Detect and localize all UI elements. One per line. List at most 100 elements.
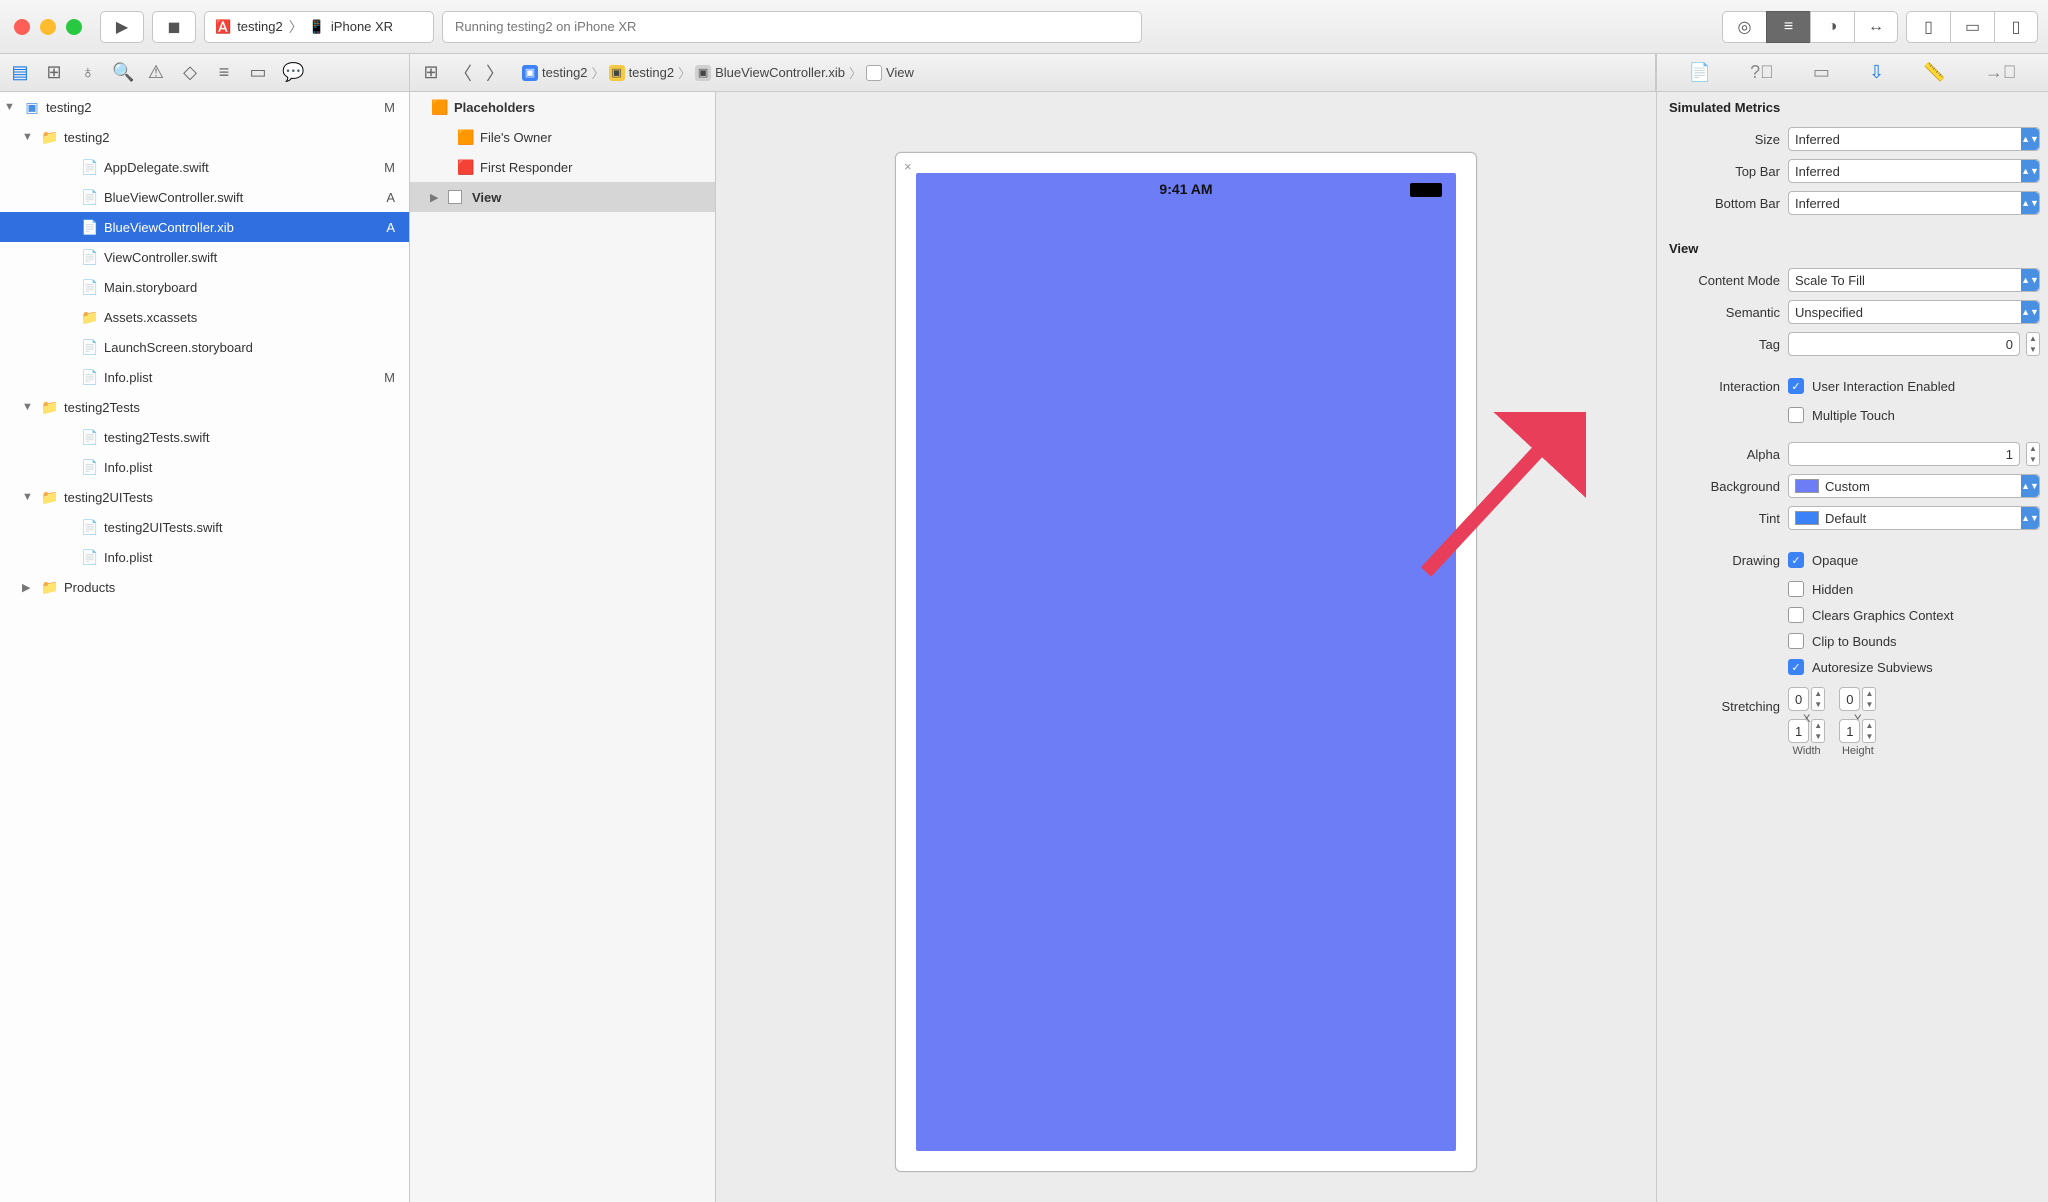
device-frame[interactable]: × 9:41 AM <box>895 152 1477 1172</box>
label: Tag <box>1665 337 1780 352</box>
toggle-navigator-button[interactable]: ▯ <box>1906 11 1950 43</box>
nav-group[interactable]: ▼ 📁 testing2 <box>0 122 409 152</box>
multiple-touch-checkbox[interactable] <box>1788 407 1804 423</box>
identity-inspector-icon[interactable]: ▭ <box>1813 62 1830 83</box>
w-stepper[interactable]: ▲▼ <box>1811 719 1825 743</box>
nav-file-item[interactable]: 📄testing2UITests.swift <box>0 512 409 542</box>
jump-bar[interactable]: ▣ testing2 〉 ▣ testing2 〉 ▣ BlueViewCont… <box>516 63 920 82</box>
topbar-select[interactable]: Inferred▲▼ <box>1788 159 2040 183</box>
nav-file-item[interactable]: 📄LaunchScreen.storyboard <box>0 332 409 362</box>
background-color-select[interactable]: Custom▲▼ <box>1788 474 2040 498</box>
toggle-inspector-button[interactable]: ▯ <box>1994 11 2038 43</box>
dropdown-arrow-icon: ▲▼ <box>2021 301 2039 323</box>
stretching-height-input[interactable]: 1 <box>1839 719 1860 743</box>
connections-inspector-icon[interactable]: →⃝ <box>1985 62 2017 83</box>
alpha-input[interactable]: 1 <box>1788 442 2020 466</box>
editor-options-button[interactable]: ↔ <box>1854 11 1898 43</box>
find-navigator-icon[interactable]: 🔍 <box>112 62 132 83</box>
stop-button[interactable]: ◼ <box>152 11 196 43</box>
tag-stepper[interactable]: ▲▼ <box>2026 332 2040 356</box>
x-stepper[interactable]: ▲▼ <box>1811 687 1825 711</box>
nav-file-item[interactable]: 📄Info.plist <box>0 452 409 482</box>
test-navigator-icon[interactable]: ◇ <box>180 62 200 83</box>
run-button[interactable]: ▶ <box>100 11 144 43</box>
version-editor-button[interactable]: ◑ <box>1810 11 1854 43</box>
disclosure-triangle-icon[interactable]: ▼ <box>22 401 36 413</box>
related-items-icon[interactable]: ⊞ <box>420 62 442 83</box>
outline-files-owner[interactable]: 🟧 File's Owner <box>410 122 715 152</box>
source-control-navigator-icon[interactable]: ⊞ <box>44 62 64 83</box>
disclosure-triangle-icon[interactable]: ▼ <box>22 491 36 503</box>
root-view[interactable]: 9:41 AM <box>916 173 1456 1151</box>
breakpoint-navigator-icon[interactable]: ▭ <box>248 62 268 83</box>
scheme-selector[interactable]: 🅰️ testing2 〉 📱 iPhone XR <box>204 11 434 43</box>
project-navigator-icon[interactable]: ▤ <box>10 62 30 83</box>
fullscreen-window-button[interactable] <box>66 19 82 35</box>
debug-navigator-icon[interactable]: ≡ <box>214 62 234 83</box>
bottombar-select[interactable]: Inferred▲▼ <box>1788 191 2040 215</box>
nav-back-icon[interactable]: 〈 <box>452 60 474 86</box>
document-outline: 🟧 Placeholders 🟧 File's Owner 🟥 First Re… <box>410 92 716 1202</box>
nav-products[interactable]: ▶ 📁 Products <box>0 572 409 602</box>
attributes-inspector-icon[interactable]: ⇩ <box>1869 62 1884 83</box>
user-interaction-checkbox[interactable]: ✓ <box>1788 378 1804 394</box>
stretching-y-input[interactable]: 0 <box>1839 687 1860 711</box>
alpha-stepper[interactable]: ▲▼ <box>2026 442 2040 466</box>
contentmode-select[interactable]: Scale To Fill▲▼ <box>1788 268 2040 292</box>
stretching-x-input[interactable]: 0 <box>1788 687 1809 711</box>
tag-input[interactable]: 0 <box>1788 332 2020 356</box>
nav-forward-icon[interactable]: 〉 <box>484 60 506 86</box>
outline-placeholders[interactable]: 🟧 Placeholders <box>410 92 715 122</box>
semantic-select[interactable]: Unspecified▲▼ <box>1788 300 2040 324</box>
device-icon: 📱 <box>309 19 325 35</box>
issue-navigator-icon[interactable]: ⚠ <box>146 62 166 83</box>
interface-builder-canvas[interactable]: × 9:41 AM <box>716 92 1656 1202</box>
nav-file-item[interactable]: 📄Main.storyboard <box>0 272 409 302</box>
y-stepper[interactable]: ▲▼ <box>1862 687 1876 711</box>
nav-file-item[interactable]: 📁Assets.xcassets <box>0 302 409 332</box>
close-window-button[interactable] <box>14 19 30 35</box>
outline-view-item[interactable]: ▶ View <box>410 182 715 212</box>
nav-file-item[interactable]: 📄AppDelegate.swiftM <box>0 152 409 182</box>
clip-bounds-checkbox[interactable] <box>1788 633 1804 649</box>
stretching-width-input[interactable]: 1 <box>1788 719 1809 743</box>
assistant-editor-button[interactable]: ≡ <box>1766 11 1810 43</box>
dropdown-arrow-icon: ▲▼ <box>2021 160 2039 182</box>
toggle-debug-area-button[interactable]: ▭ <box>1950 11 1994 43</box>
scm-badge: A <box>386 220 395 235</box>
crumb-file: BlueViewController.xib <box>715 65 845 80</box>
quick-help-inspector-icon[interactable]: ?⃝ <box>1750 62 1774 83</box>
minimize-window-button[interactable] <box>40 19 56 35</box>
disclosure-triangle-icon[interactable]: ▼ <box>4 101 18 113</box>
symbol-navigator-icon[interactable]: ♁ <box>78 62 98 83</box>
clears-context-checkbox[interactable] <box>1788 607 1804 623</box>
h-stepper[interactable]: ▲▼ <box>1862 719 1876 743</box>
file-inspector-icon[interactable]: 📄 <box>1689 62 1711 83</box>
outline-first-responder[interactable]: 🟥 First Responder <box>410 152 715 182</box>
size-select[interactable]: Inferred▲▼ <box>1788 127 2040 151</box>
opaque-checkbox[interactable]: ✓ <box>1788 552 1804 568</box>
standard-editor-button[interactable]: ◎ <box>1722 11 1766 43</box>
nav-file-item[interactable]: 📄ViewController.swift <box>0 242 409 272</box>
nav-file-item[interactable]: 📄Info.plist <box>0 542 409 572</box>
disclosure-triangle-icon[interactable]: ▼ <box>22 131 36 143</box>
nav-file-item[interactable]: 📄testing2Tests.swift <box>0 422 409 452</box>
window-controls <box>14 19 82 35</box>
report-navigator-icon[interactable]: 💬 <box>282 62 302 83</box>
scene-close-icon[interactable]: × <box>904 159 912 174</box>
folder-icon: 📁 <box>40 489 60 506</box>
hidden-checkbox[interactable] <box>1788 581 1804 597</box>
size-inspector-icon[interactable]: 📏 <box>1923 62 1945 83</box>
nav-file-item[interactable]: 📄BlueViewController.xibA <box>0 212 409 242</box>
label: Size <box>1665 132 1780 147</box>
disclosure-triangle-icon[interactable]: ▶ <box>430 191 444 204</box>
nav-file-item[interactable]: 📄BlueViewController.swiftA <box>0 182 409 212</box>
nav-group[interactable]: ▼ 📁 testing2Tests <box>0 392 409 422</box>
nav-group[interactable]: ▼ 📁 testing2UITests <box>0 482 409 512</box>
nav-file-item[interactable]: 📄Info.plistM <box>0 362 409 392</box>
disclosure-triangle-icon[interactable]: ▶ <box>22 581 36 594</box>
dropdown-arrow-icon: ▲▼ <box>2021 269 2039 291</box>
autoresize-checkbox[interactable]: ✓ <box>1788 659 1804 675</box>
nav-root[interactable]: ▼ ▣ testing2 M <box>0 92 409 122</box>
tint-color-select[interactable]: Default▲▼ <box>1788 506 2040 530</box>
